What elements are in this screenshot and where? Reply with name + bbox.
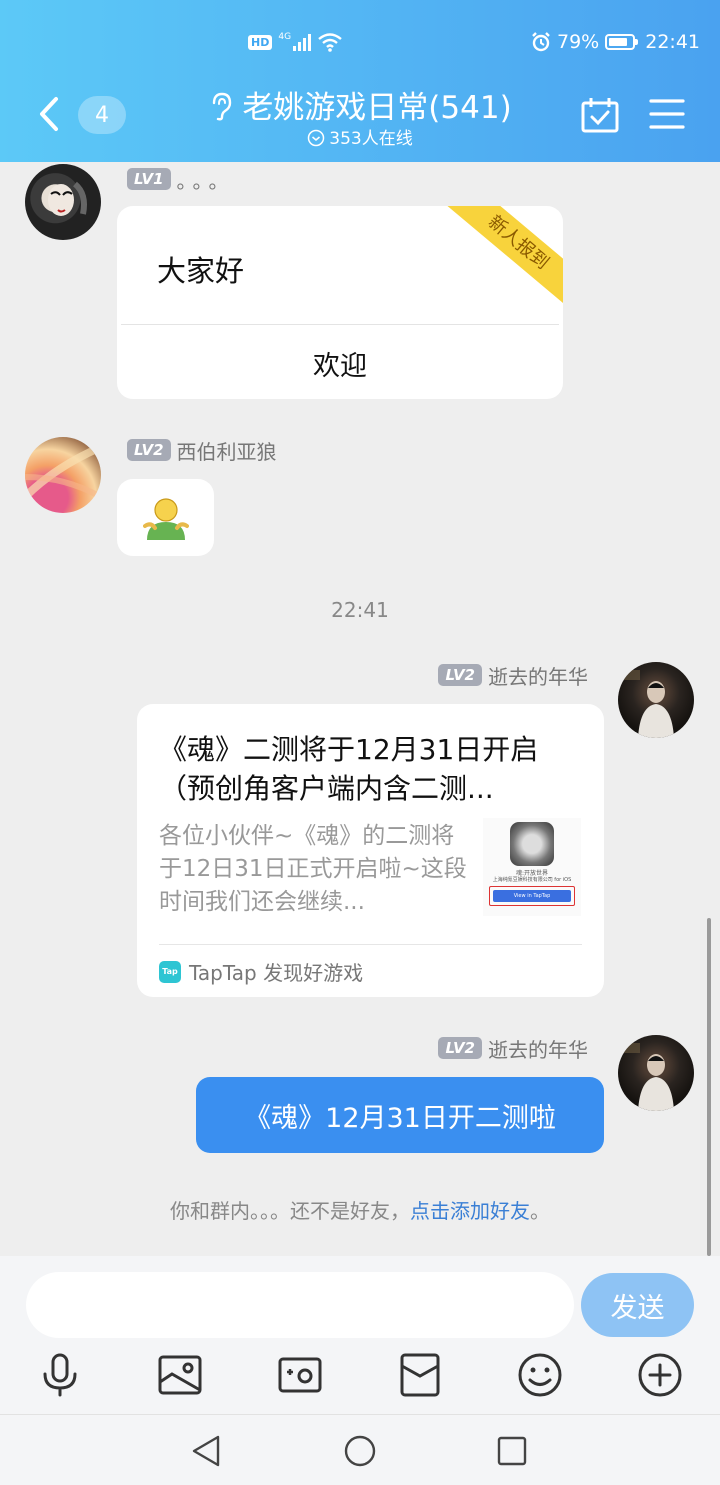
sender-meta: LV1 。。。 [127, 165, 235, 194]
battery-percent: 79% [557, 31, 600, 53]
share-title: 《魂》二测将于12月31日开启（预创角客户端内含二测... [159, 733, 539, 805]
camera-icon[interactable] [277, 1352, 323, 1398]
shrug-emoji-icon [142, 497, 189, 540]
online-count: 353人在线 [329, 129, 413, 149]
plus-icon[interactable] [637, 1352, 683, 1398]
share-description: 各位小伙伴~《魂》的二测将于12日31日正式开启啦~这段时间我们还会继续... [159, 823, 467, 915]
taptap-icon: Tap [159, 960, 181, 983]
image-icon[interactable] [157, 1352, 203, 1398]
friend-notice-suffix: 。 [530, 1199, 550, 1223]
level-badge: LV2 [438, 1037, 482, 1059]
menu-icon[interactable] [649, 98, 685, 130]
status-bar-right: 79% 22:41 [531, 28, 700, 56]
share-link-card[interactable]: 《魂》二测将于12月31日开启（预创角客户端内含二测... 各位小伙伴~《魂》的… [137, 704, 604, 997]
sender-name[interactable]: 逝去的年华 [488, 1034, 588, 1063]
sender-meta: LV2 西伯利亚狼 [127, 436, 277, 465]
flower-avatar-art [25, 443, 101, 500]
level-badge: LV2 [127, 439, 171, 461]
divider [121, 324, 559, 325]
wifi-icon [318, 33, 342, 52]
level-badge: LV2 [438, 664, 482, 686]
friend-notice: 你和群内。。。还不是好友，点击添加好友。 [0, 1195, 720, 1224]
add-friend-link[interactable]: 点击添加好友 [410, 1199, 530, 1223]
newcomer-ribbon: 新人报到 [441, 206, 563, 311]
game-app-icon [510, 822, 554, 866]
signal-icon: 4G [278, 32, 312, 51]
friend-notice-text: 你和群内。。。还不是好友， [170, 1199, 410, 1223]
sender-avatar[interactable] [25, 437, 101, 513]
nav-recents-icon[interactable] [494, 1433, 530, 1469]
sender-meta: LV2 逝去的年华 [438, 661, 588, 690]
sender-name[interactable]: 逝去的年华 [488, 661, 588, 690]
opera-mask-avatar-art [48, 181, 87, 216]
battery-level [609, 38, 627, 46]
level-badge: LV1 [127, 168, 171, 190]
status-bar-left: HD 4G [248, 28, 343, 56]
chat-header: HD 4G 79% 22:41 4 老姚游戏日常(541) 353人在线 [0, 0, 720, 162]
sender-meta: LV2 逝去的年华 [438, 1034, 588, 1063]
battery-icon [605, 34, 639, 50]
my-message-bubble[interactable]: 《魂》12月31日开二测啦 [196, 1077, 604, 1153]
portrait-avatar-art [624, 1043, 674, 1111]
share-source: Tap TapTap 发现好游戏 [159, 957, 363, 986]
emoji-icon[interactable] [517, 1352, 563, 1398]
sender-avatar[interactable] [25, 164, 101, 240]
chat-timestamp: 22:41 [331, 598, 389, 622]
group-title: 老姚游戏日常(541) [242, 90, 512, 126]
welcome-message-text: 大家好 [157, 254, 245, 288]
my-avatar[interactable] [618, 662, 694, 738]
share-source-label: TapTap 发现好游戏 [189, 961, 364, 985]
composer: 发送 [0, 1256, 720, 1414]
alarm-icon [532, 32, 550, 52]
divider [159, 944, 582, 945]
welcome-card: 新人报到 大家好 欢迎 [117, 206, 563, 399]
network-type-label: 4G [278, 32, 292, 42]
clock: 22:41 [645, 31, 700, 53]
send-button[interactable]: 发送 [581, 1273, 694, 1337]
nav-back-icon[interactable] [188, 1433, 224, 1469]
system-nav-bar [0, 1414, 720, 1485]
red-packet-icon[interactable] [397, 1352, 443, 1398]
thumb-company: 上海纯氪豆娱科技有限公司 for iOS [492, 877, 572, 883]
message-input[interactable] [26, 1272, 574, 1338]
thumb-button: View in TapTap [493, 890, 571, 902]
online-check-icon [308, 129, 325, 147]
microphone-icon[interactable] [37, 1352, 83, 1398]
share-thumbnail: 魂:开放世界 上海纯氪豆娱科技有限公司 for iOS View in TapT… [483, 818, 581, 916]
emoji-message-bubble[interactable] [117, 479, 214, 556]
nav-home-icon[interactable] [342, 1433, 378, 1469]
hd-badge: HD [248, 34, 273, 50]
calendar-check-icon[interactable] [580, 96, 620, 134]
sender-name[interactable]: 西伯利亚狼 [177, 436, 277, 465]
welcome-button[interactable]: 欢迎 [117, 344, 563, 383]
my-avatar[interactable] [618, 1035, 694, 1111]
portrait-avatar-art [624, 670, 674, 738]
chat-scrollbar[interactable] [707, 918, 711, 1256]
ear-icon [213, 92, 232, 121]
sender-name[interactable]: 。。。 [177, 165, 235, 194]
